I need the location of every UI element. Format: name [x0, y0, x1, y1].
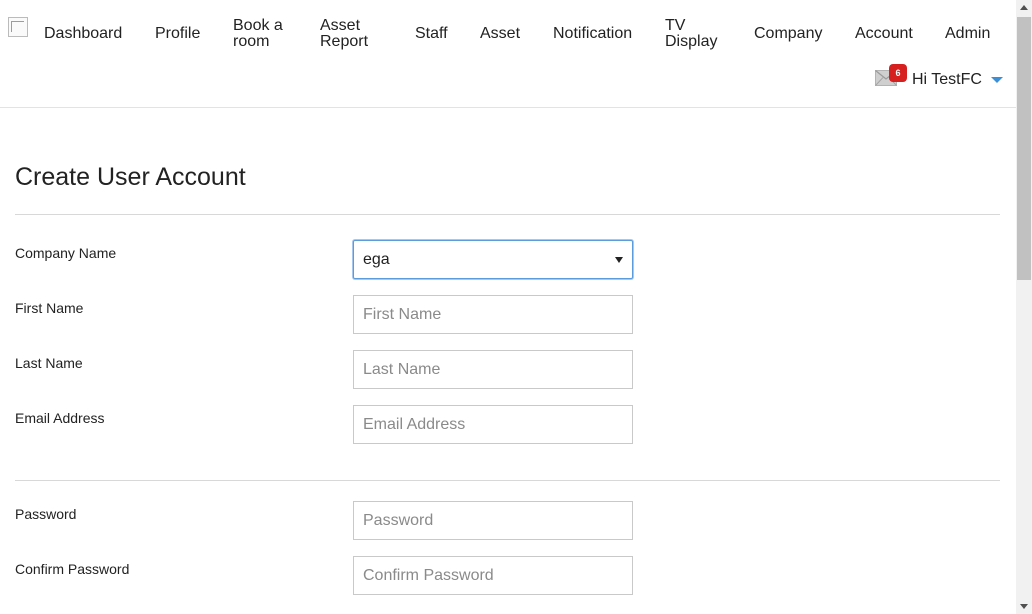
last-name-label: Last Name — [15, 355, 83, 371]
password-label: Password — [15, 506, 77, 522]
email-address-input[interactable] — [353, 405, 633, 444]
nav-admin[interactable]: Admin — [945, 26, 990, 42]
nav-profile[interactable]: Profile — [155, 26, 200, 42]
nav-staff[interactable]: Staff — [415, 26, 448, 42]
first-name-input[interactable] — [353, 295, 633, 334]
company-name-select[interactable]: ega — [353, 240, 633, 279]
nav-notification[interactable]: Notification — [553, 26, 632, 42]
nav-company[interactable]: Company — [754, 26, 822, 42]
section-divider-top — [15, 214, 1000, 215]
notification-count-badge: 6 — [889, 64, 907, 82]
nav-asset[interactable]: Asset — [480, 26, 520, 42]
company-name-selected-value: ega — [363, 251, 390, 268]
scroll-down-arrow-icon[interactable] — [1016, 598, 1032, 614]
scroll-up-arrow-icon[interactable] — [1016, 0, 1032, 16]
first-name-label: First Name — [15, 300, 84, 316]
confirm-password-label: Confirm Password — [15, 561, 130, 577]
nav-dashboard[interactable]: Dashboard — [44, 26, 122, 42]
page-title: Create User Account — [15, 163, 246, 191]
scrollbar-thumb[interactable] — [1017, 17, 1031, 280]
user-menu-greeting[interactable]: Hi TestFC — [912, 72, 982, 88]
section-divider-middle — [15, 480, 1000, 481]
top-navbar: Dashboard Profile Book a room Asset Repo… — [0, 0, 1016, 108]
nav-book-a-room[interactable]: Book a room — [233, 18, 303, 50]
caret-down-icon[interactable] — [991, 77, 1003, 83]
nav-account[interactable]: Account — [855, 26, 913, 42]
confirm-password-input[interactable] — [353, 556, 633, 595]
dropdown-arrow-icon — [615, 257, 623, 263]
password-input[interactable] — [353, 501, 633, 540]
nav-tv-display[interactable]: TV Display — [665, 18, 725, 50]
last-name-input[interactable] — [353, 350, 633, 389]
vertical-scrollbar[interactable] — [1016, 0, 1032, 614]
email-address-label: Email Address — [15, 410, 105, 426]
company-name-label: Company Name — [15, 245, 117, 261]
logo-image[interactable] — [8, 17, 28, 37]
nav-asset-report[interactable]: Asset Report — [320, 18, 390, 50]
